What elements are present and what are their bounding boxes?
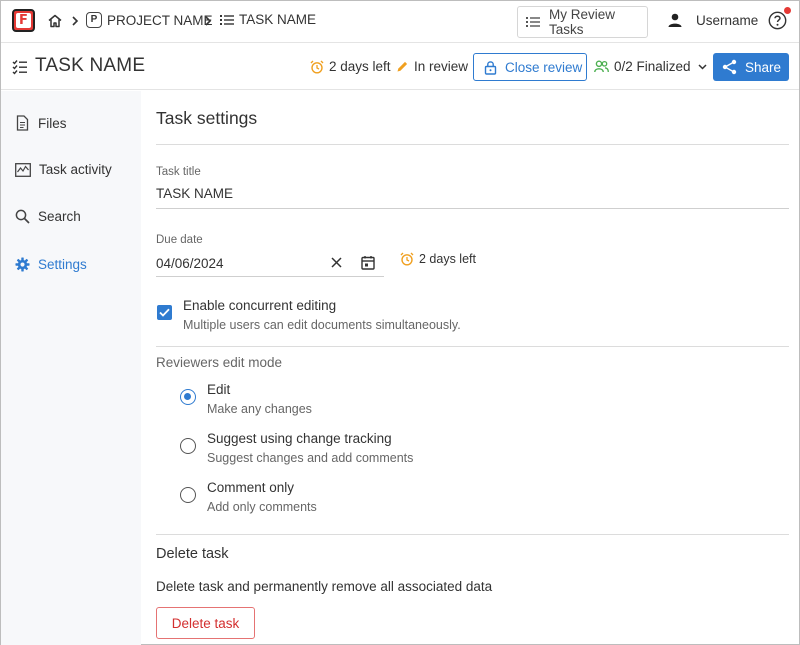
sidebar-item-label: Task activity [39,162,112,177]
share-label: Share [745,59,782,75]
home-icon[interactable] [47,13,63,29]
due-date-label: Due date [156,234,203,246]
sidebar-item-label: Search [38,209,81,224]
due-date-input[interactable]: 04/06/2024 [156,256,326,271]
file-icon [15,115,38,131]
task-name: TASK NAME [239,12,317,27]
finalized-dropdown[interactable]: 0/2 Finalized [594,59,707,74]
sidebar-item-settings[interactable]: Settings [15,257,87,272]
suggest-mode-title: Suggest using change tracking [207,431,392,446]
alarm-clock-icon [310,60,324,74]
edit-mode-description: Make any changes [207,402,312,416]
days-left-indicator: 2 days left [310,59,391,74]
divider [156,346,789,347]
pencil-icon [396,60,409,73]
concurrent-editing-title: Enable concurrent editing [183,298,337,313]
alarm-clock-icon [400,252,414,266]
concurrent-editing-description: Multiple users can edit documents simult… [183,318,461,332]
project-name: PROJECT NAME [107,12,213,28]
lock-icon [484,60,497,75]
task-title-label: Task title [156,166,201,178]
username: Username [696,12,759,28]
comment-mode-radio[interactable] [180,487,196,503]
chevron-down-icon [698,63,707,70]
concurrent-editing-checkbox[interactable] [157,305,172,320]
breadcrumb-project[interactable]: P PROJECT NAME [86,12,213,28]
share-icon [722,59,737,75]
due-days-left: 2 days left [400,252,476,266]
task-title-underline [156,208,789,209]
project-badge-icon: P [86,12,102,28]
review-status: In review [396,59,468,74]
suggest-mode-description: Suggest changes and add comments [207,451,414,465]
user-menu[interactable]: Username [667,12,758,28]
checklist-icon [12,59,28,75]
activity-icon [15,162,39,177]
task-title-heading: TASK NAME [35,55,146,76]
help-icon[interactable] [768,11,787,30]
due-date-underline [156,276,384,277]
sidebar-item-task-activity[interactable]: Task activity [15,162,112,177]
suggest-mode-radio[interactable] [180,438,196,454]
comment-mode-title: Comment only [207,480,295,495]
divider [156,144,789,145]
check-icon [159,308,170,317]
reviewers-edit-mode-label: Reviewers edit mode [156,355,283,370]
calendar-icon[interactable] [361,255,375,270]
chevron-right-icon [203,15,213,27]
clear-icon[interactable] [331,257,342,268]
chevron-right-icon [70,15,80,27]
days-left-text: 2 days left [329,59,391,74]
gear-icon [15,257,38,272]
my-review-tasks-button[interactable]: My Review Tasks [517,6,648,38]
finalized-text: 0/2 Finalized [614,59,691,74]
reviewers-icon [594,60,609,73]
close-review-button[interactable]: Close review [473,53,587,81]
divider [156,534,789,535]
notification-dot [784,7,791,14]
task-title-input[interactable]: TASK NAME [156,186,789,201]
delete-task-description: Delete task and permanently remove all a… [156,579,493,594]
delete-task-heading: Delete task [156,546,229,562]
my-review-tasks-label: My Review Tasks [549,7,616,37]
breadcrumb-task[interactable]: TASK NAME [220,12,316,27]
sidebar-item-files[interactable]: Files [15,115,67,131]
page-title: Task settings [156,108,258,128]
sidebar-item-label: Settings [38,257,87,272]
app-logo[interactable]: F [12,9,35,32]
list-icon [220,14,234,26]
logo-letter: F [16,13,31,28]
sidebar-item-label: Files [38,115,67,131]
edit-mode-title: Edit [207,382,231,397]
search-icon [15,209,38,224]
edit-mode-radio[interactable] [180,389,196,405]
comment-mode-description: Add only comments [207,500,317,514]
sidebar-item-search[interactable]: Search [15,209,81,224]
list-icon [526,16,540,28]
due-days-left-text: 2 days left [419,252,476,266]
delete-task-button[interactable]: Delete task [156,607,255,639]
share-button[interactable]: Share [713,53,789,81]
review-status-text: In review [414,59,469,74]
user-icon [667,12,683,28]
close-review-label: Close review [505,59,583,75]
